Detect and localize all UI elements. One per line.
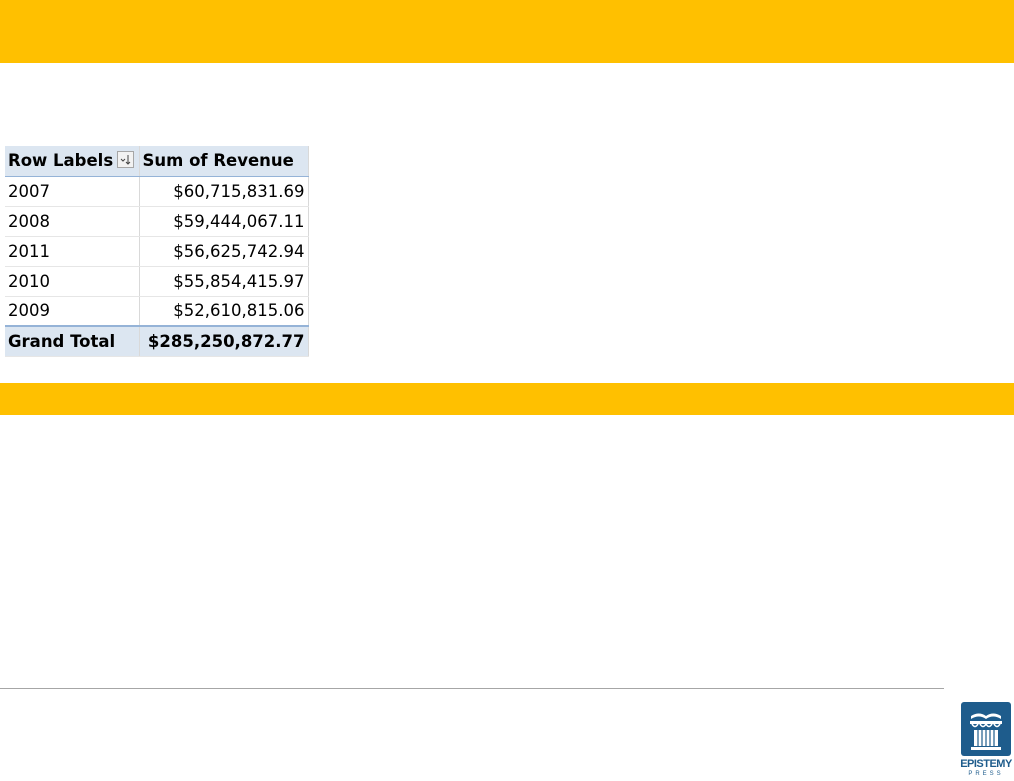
sum-of-revenue-header: Sum of Revenue bbox=[139, 146, 309, 177]
pivot-row[interactable]: 2007 $60,715,831.69 bbox=[5, 176, 309, 207]
middle-accent-band bbox=[0, 383, 1014, 415]
pivot-header-row: Row Labels Sum of Revenue bbox=[5, 146, 309, 177]
pivot-row[interactable]: 2011 $56,625,742.94 bbox=[5, 236, 309, 267]
row-label: 2007 bbox=[5, 176, 140, 207]
pivot-row[interactable]: 2008 $59,444,067.11 bbox=[5, 206, 309, 237]
grand-total-row[interactable]: Grand Total $285,250,872.77 bbox=[5, 325, 309, 357]
top-accent-band bbox=[0, 0, 1014, 63]
grand-total-value: $285,250,872.77 bbox=[139, 325, 309, 357]
row-label: 2011 bbox=[5, 236, 140, 267]
row-label: 2010 bbox=[5, 266, 140, 297]
logo-sub: PRESS bbox=[968, 771, 1004, 777]
row-value: $56,625,742.94 bbox=[139, 236, 309, 267]
row-value: $52,610,815.06 bbox=[139, 296, 309, 327]
footer-divider bbox=[0, 688, 944, 689]
sort-descending-icon bbox=[120, 155, 131, 165]
row-value: $60,715,831.69 bbox=[139, 176, 309, 207]
row-value: $55,854,415.97 bbox=[139, 266, 309, 297]
logo-name: EPISTEMY bbox=[960, 758, 1012, 770]
row-labels-filter-button[interactable] bbox=[117, 151, 135, 169]
pivot-table: Row Labels Sum of Revenue 2007 $60,715,8… bbox=[5, 146, 309, 357]
pivot-row[interactable]: 2010 $55,854,415.97 bbox=[5, 266, 309, 297]
row-labels-header-text: Row Labels bbox=[8, 151, 114, 171]
row-value: $59,444,067.11 bbox=[139, 206, 309, 237]
column-book-icon bbox=[961, 702, 1011, 756]
grand-total-label: Grand Total bbox=[5, 325, 140, 357]
pivot-row[interactable]: 2009 $52,610,815.06 bbox=[5, 296, 309, 327]
row-label: 2009 bbox=[5, 296, 140, 327]
publisher-logo: EPISTEMY PRESS bbox=[960, 702, 1012, 781]
row-labels-header: Row Labels bbox=[5, 146, 140, 177]
row-label: 2008 bbox=[5, 206, 140, 237]
